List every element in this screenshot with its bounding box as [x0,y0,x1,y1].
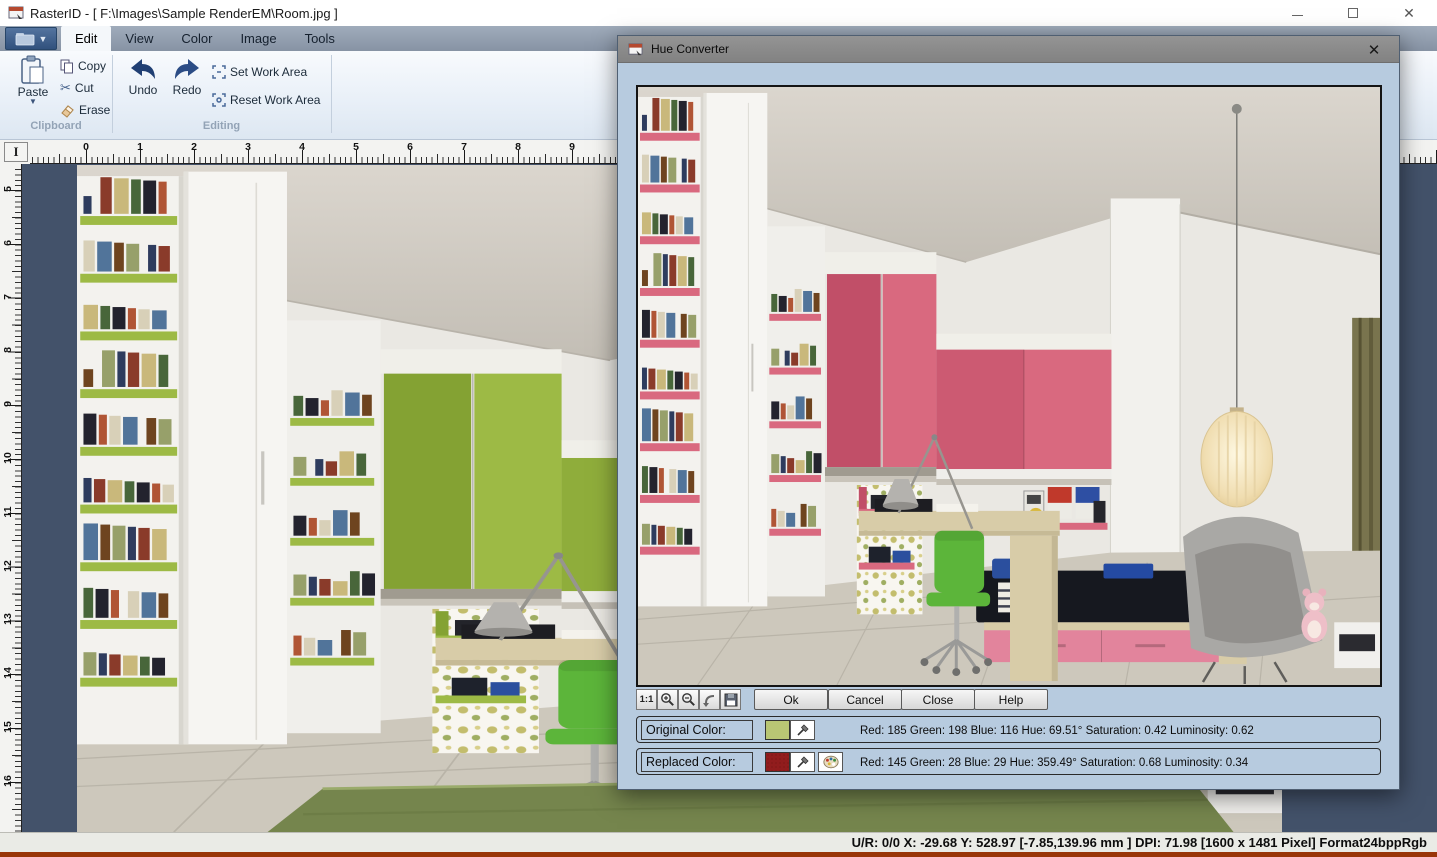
file-menu-button[interactable]: ▼ [5,27,57,50]
dialog-close-action-button[interactable]: Close [901,689,975,710]
paste-clipboard-icon [20,55,46,85]
hue-converter-dialog: Hue Converter ✕ [617,35,1400,790]
status-bar: U/R: 0/0 X: -29.68 Y: 528.97 [-7.85,139.… [0,832,1437,852]
replaced-color-label: Replaced Color: [641,752,753,772]
original-color-swatch[interactable] [765,720,790,740]
palette-icon [822,754,840,770]
original-color-info: Red: 185 Green: 198 Blue: 116 Hue: 69.51… [860,717,1254,744]
eyedropper-icon [795,754,811,770]
copy-icon [60,59,74,74]
bottom-accent-bar [0,852,1437,857]
clipboard-group-label: Clipboard [0,120,112,132]
tab-image[interactable]: Image [226,26,290,51]
save-preview-button[interactable] [720,689,741,710]
ok-button[interactable]: Ok [754,689,828,710]
replaced-eyedropper-button[interactable] [790,752,815,772]
ruler-corner-button[interactable]: I [4,142,28,162]
rasterid-window: RasterID - [ F:\Images\Sample RenderEM\R… [0,0,1437,857]
dialog-title: Hue Converter [651,42,729,56]
close-button[interactable]: ✕ [1381,0,1437,26]
preview-image [636,85,1382,687]
actual-size-button[interactable]: 1:1 [636,689,657,710]
zoom-in-button[interactable] [657,689,678,710]
dialog-title-bar[interactable]: Hue Converter ✕ [618,36,1399,63]
v-ruler: 5678910111213141516 [0,164,22,832]
undo-small-icon [702,692,717,707]
tab-tools[interactable]: Tools [291,26,349,51]
tab-view[interactable]: View [111,26,167,51]
redo-button[interactable]: Redo [166,57,208,97]
editing-group-label: Editing [112,120,331,132]
window-title: RasterID - [ F:\Images\Sample RenderEM\R… [30,6,338,21]
dialog-icon [628,42,643,57]
zoom-out-icon [681,692,696,707]
scissors-icon: ✂ [60,80,71,96]
revert-button[interactable] [699,689,720,710]
original-color-panel: Original Color: Red: 185 Green: 198 Blue… [636,716,1381,743]
tab-edit[interactable]: Edit [61,26,111,51]
tab-color[interactable]: Color [167,26,226,51]
replaced-color-swatch[interactable] [765,752,790,772]
paste-button[interactable]: Paste ▼ [10,55,56,105]
eraser-icon [60,103,75,118]
status-text: U/R: 0/0 X: -29.68 Y: 528.97 [-7.85,139.… [852,835,1427,850]
redo-arrow-icon [172,57,202,83]
reset-work-area-icon [212,93,226,107]
help-button[interactable]: Help [974,689,1048,710]
dialog-close-button[interactable]: ✕ [1361,36,1387,63]
folder-icon [15,32,35,46]
erase-button[interactable]: Erase [60,101,110,119]
eyedropper-icon [795,722,811,738]
ribbon-separator [331,55,332,133]
room-photo [638,87,1380,685]
set-work-area-button[interactable]: Set Work Area [212,63,307,81]
replaced-color-panel: Replaced Color: Red: 145 Green: 28 Blue:… [636,748,1381,775]
minimize-button[interactable] [1269,0,1325,26]
zoom-in-icon [660,692,675,707]
copy-button[interactable]: Copy [60,57,106,75]
title-bar: RasterID - [ F:\Images\Sample RenderEM\R… [0,0,1437,26]
original-eyedropper-button[interactable] [790,720,815,740]
undo-arrow-icon [128,57,158,83]
maximize-button[interactable] [1325,0,1381,26]
color-picker-button[interactable] [818,752,843,772]
cancel-button[interactable]: Cancel [828,689,902,710]
zoom-out-button[interactable] [678,689,699,710]
set-work-area-icon [212,65,226,79]
app-icon [8,5,24,21]
original-color-label: Original Color: [641,720,753,740]
paste-caret-icon: ▼ [29,99,37,105]
reset-work-area-button[interactable]: Reset Work Area [212,91,320,109]
undo-button[interactable]: Undo [122,57,164,97]
save-floppy-icon [724,693,738,707]
replaced-color-info: Red: 145 Green: 28 Blue: 29 Hue: 359.49°… [860,749,1248,776]
cut-button[interactable]: ✂ Cut [60,79,94,97]
dialog-toolbar: 1:1 [636,689,741,710]
file-menu-caret-icon: ▼ [39,34,48,44]
